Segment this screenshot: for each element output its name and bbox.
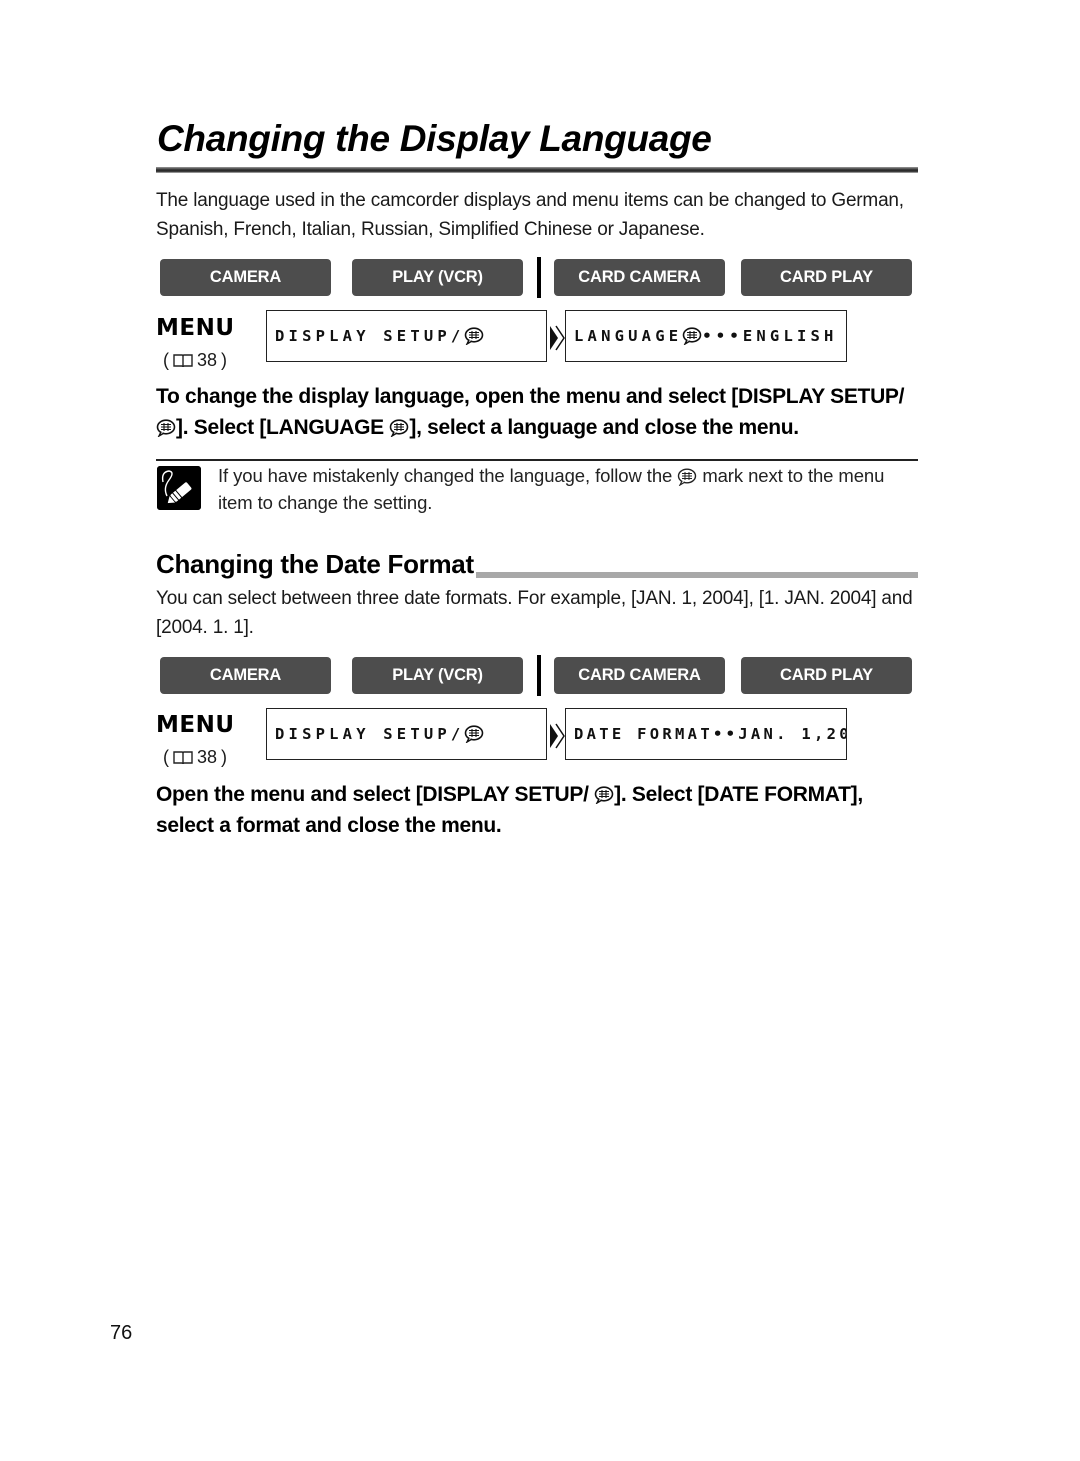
mode-camera-badge: CAMERA: [160, 657, 331, 694]
lcd-menu-text: DISPLAY SETUP/: [275, 327, 465, 345]
language-icon: [678, 468, 697, 487]
title-underline: [156, 167, 918, 173]
instruction-part1: To change the display language, open the…: [156, 385, 905, 408]
instruction-part2: ]. Select [LANGUAGE: [176, 416, 384, 439]
language-icon: [390, 419, 409, 438]
mode-card-camera-badge: CARD CAMERA: [554, 657, 725, 694]
mode-card-play-badge: CARD PLAY: [741, 259, 912, 296]
double-chevron-right-icon: [550, 325, 565, 351]
mode-card-camera-badge: CARD CAMERA: [554, 259, 725, 296]
note-text: If you have mistakenly changed the langu…: [218, 462, 908, 516]
page-reference: ( 38): [163, 747, 227, 768]
instruction-text: To change the display language, open the…: [156, 381, 926, 443]
lcd-menu-text: DISPLAY SETUP/: [275, 725, 465, 743]
section-title-date-format: Changing the Date Format: [156, 549, 476, 580]
close-paren: ): [221, 350, 228, 370]
date-instruction-text: Open the menu and select [DISPLAY SETUP/…: [156, 779, 926, 841]
open-paren: (: [163, 747, 169, 767]
language-icon: [156, 419, 176, 438]
book-icon: [173, 750, 193, 764]
menu-label: MENU: [156, 712, 235, 738]
pencil-note-icon: [157, 466, 201, 510]
lcd-menu-display-setup: DISPLAY SETUP/: [266, 310, 547, 362]
lcd-menu-display-setup: DISPLAY SETUP/: [266, 708, 547, 760]
language-icon: [594, 786, 614, 805]
language-icon: [465, 725, 484, 743]
open-paren: (: [163, 350, 169, 370]
lcd-language-setting: LANGUAGE •••ENGLISH: [565, 310, 847, 362]
double-chevron-right-icon: [550, 723, 565, 749]
page-title: Changing the Display Language: [157, 118, 712, 159]
book-icon: [173, 353, 193, 367]
page-number: 76: [110, 1322, 133, 1344]
mode-play-vcr-badge: PLAY (VCR): [352, 259, 523, 296]
intro-text: The language used in the camcorder displ…: [156, 190, 904, 240]
lcd-item-text: DATE FORMAT••JAN. 1,2004: [574, 725, 847, 743]
instruction-part1: Open the menu and select [DISPLAY SETUP/: [156, 783, 589, 806]
mode-separator: [537, 257, 541, 298]
note-part1: If you have mistakenly changed the langu…: [218, 465, 673, 486]
lcd-date-format-setting: DATE FORMAT••JAN. 1,2004: [565, 708, 847, 760]
language-icon: [465, 327, 484, 345]
page-ref-number: 38: [197, 350, 218, 370]
mode-card-play-badge: CARD PLAY: [741, 657, 912, 694]
lcd-item-text: LANGUAGE: [574, 327, 683, 345]
mode-camera-badge: CAMERA: [160, 259, 331, 296]
page-ref-number: 38: [197, 747, 218, 767]
close-paren: ): [221, 747, 228, 767]
note-divider: [156, 459, 918, 461]
page-reference: ( 38): [163, 350, 227, 371]
date-format-intro: You can select between three date format…: [156, 588, 913, 638]
menu-label: MENU: [156, 315, 235, 341]
mode-play-vcr-badge: PLAY (VCR): [352, 657, 523, 694]
mode-separator: [537, 655, 541, 696]
lcd-value-text: •••ENGLISH: [702, 327, 838, 345]
instruction-part3: ], select a language and close the menu.: [409, 416, 799, 439]
language-icon: [682, 327, 702, 345]
